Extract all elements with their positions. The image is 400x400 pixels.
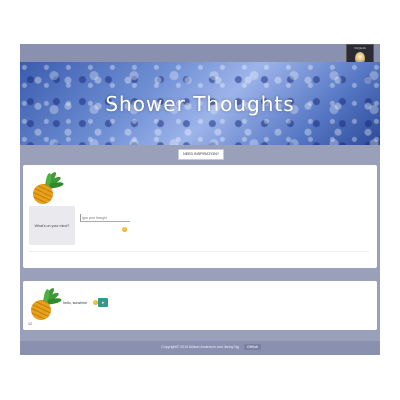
github-link[interactable]: GitHub xyxy=(244,344,262,350)
app-frame: VizQuick Shower Thoughts NEED INSPIRATIO… xyxy=(20,44,380,355)
banner: Shower Thoughts xyxy=(20,62,380,145)
composer-card: What's on your mind? xyxy=(23,165,377,268)
thought-count: 12 xyxy=(28,322,32,326)
footer: Copyright© 2019 Allison Anderson and Jen… xyxy=(20,341,380,355)
page-title: Shower Thoughts xyxy=(105,92,295,116)
thought-input[interactable] xyxy=(80,214,130,222)
composer-prompt: What's on your mind? xyxy=(29,206,75,245)
copyright-text: Copyright© 2019 Allison Anderson and Jen… xyxy=(161,345,239,349)
need-inspiration-button[interactable]: NEED INSPIRATION? xyxy=(178,149,224,160)
divider xyxy=(29,251,369,252)
thought-card: hello, sunshine ➤ 12 xyxy=(23,281,377,330)
emoji-icon[interactable] xyxy=(122,227,127,232)
composer-prompt-label: What's on your mind? xyxy=(34,223,70,228)
thought-text: hello, sunshine xyxy=(63,301,87,305)
avatar-caption: VizQuick xyxy=(354,46,366,50)
send-button[interactable]: ➤ xyxy=(98,298,108,307)
pineapple-icon xyxy=(29,170,64,207)
top-bar: VizQuick xyxy=(20,44,380,72)
pineapple-icon xyxy=(27,286,62,323)
